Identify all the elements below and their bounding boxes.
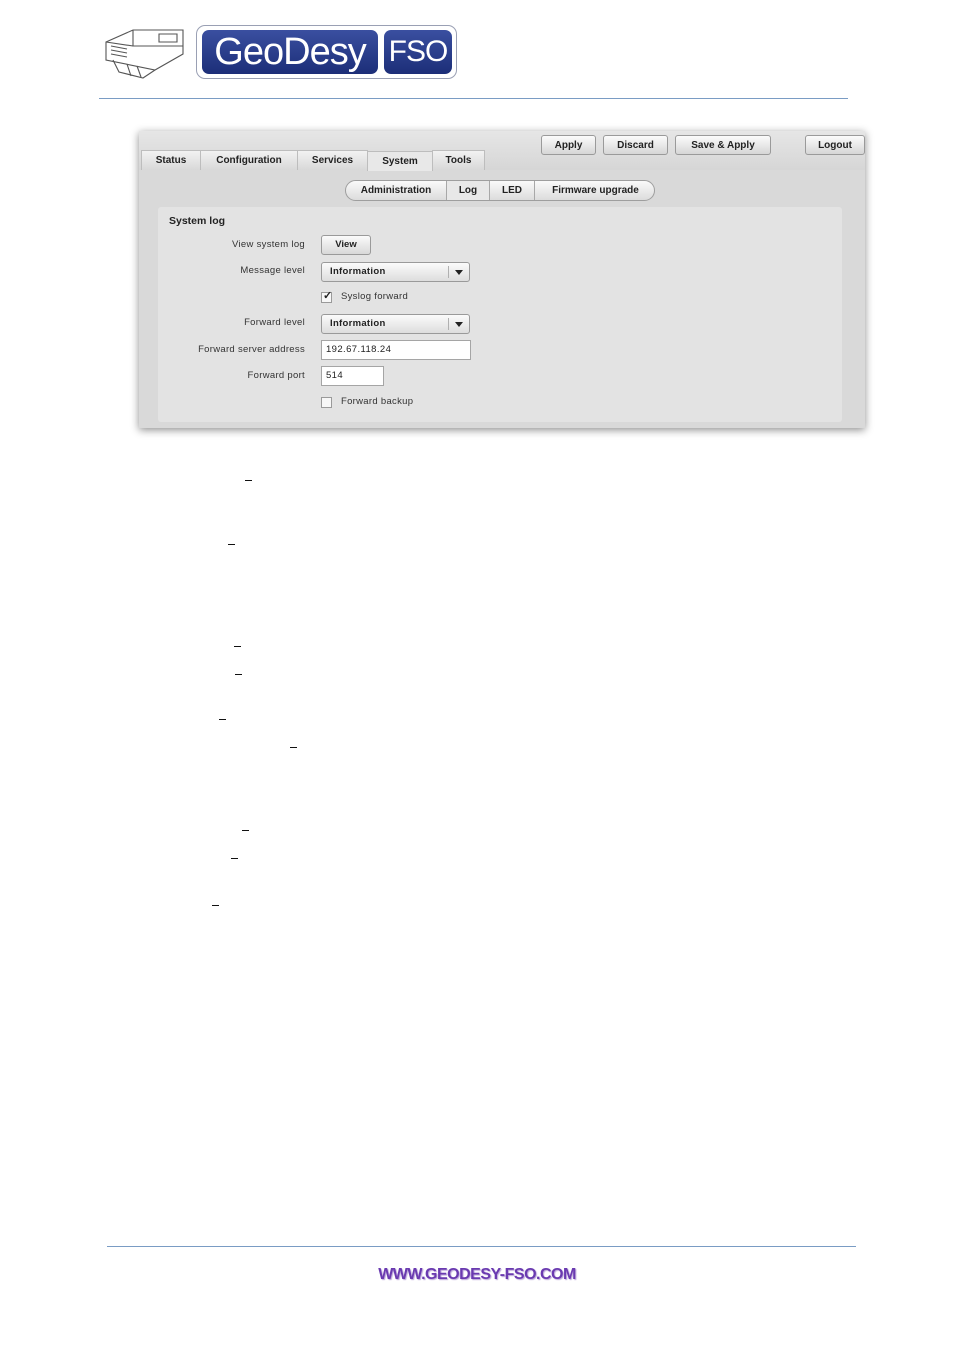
tab-tools[interactable]: Tools — [432, 150, 485, 170]
subtab-firmware-upgrade[interactable]: Firmware upgrade — [535, 181, 654, 200]
select-separator — [448, 266, 449, 278]
message-level-value: Information — [330, 266, 386, 277]
forward-port-input[interactable]: 514 — [321, 366, 384, 386]
tab-configuration[interactable]: Configuration — [200, 150, 298, 170]
list-marker — [228, 544, 235, 545]
list-marker — [234, 646, 241, 647]
forward-level-label: Forward level — [244, 317, 305, 328]
apply-button[interactable]: Apply — [541, 135, 596, 155]
checkmark-icon: ✓ — [323, 290, 333, 302]
discard-button[interactable]: Discard — [603, 135, 668, 155]
header-divider — [99, 98, 848, 99]
forward-port-label: Forward port — [247, 370, 305, 381]
tab-status[interactable]: Status — [141, 150, 201, 170]
system-log-panel: System log View system log View Message … — [158, 207, 842, 422]
camera-logo-icon — [105, 29, 184, 79]
list-marker — [231, 858, 238, 859]
forward-backup-checkbox[interactable] — [321, 397, 332, 408]
message-level-select[interactable]: Information — [321, 262, 470, 282]
brand-fso: FSO — [384, 30, 452, 74]
list-marker — [290, 747, 297, 748]
forward-server-input[interactable]: 192.67.118.24 — [321, 340, 471, 360]
panel-title: System log — [169, 215, 226, 227]
syslog-forward-label: Syslog forward — [341, 291, 409, 302]
system-subnav: Administration Log LED Firmware upgrade — [345, 180, 655, 201]
footer-website-link[interactable]: WWW.GEODESY-FSO.COM — [0, 1266, 954, 1284]
list-marker — [212, 905, 219, 906]
forward-backup-label: Forward backup — [341, 396, 414, 407]
footer-divider — [107, 1246, 856, 1247]
select-separator — [448, 318, 449, 330]
subtab-log[interactable]: Log — [447, 181, 490, 200]
chevron-down-icon — [455, 270, 463, 275]
forward-level-select[interactable]: Information — [321, 314, 470, 334]
list-marker — [219, 719, 226, 720]
forward-level-value: Information — [330, 318, 386, 329]
subtab-administration[interactable]: Administration — [346, 181, 447, 200]
brand-geodesy: GeoDesy — [202, 30, 378, 74]
view-system-log-label: View system log — [232, 239, 305, 250]
save-apply-button[interactable]: Save & Apply — [675, 135, 771, 155]
chevron-down-icon — [455, 322, 463, 327]
list-marker — [242, 830, 249, 831]
router-web-ui: Status Configuration Services System Too… — [139, 131, 865, 428]
forward-server-label: Forward server address — [198, 344, 305, 355]
syslog-forward-checkbox[interactable]: ✓ — [321, 290, 333, 303]
view-log-button[interactable]: View — [321, 235, 371, 255]
subtab-led[interactable]: LED — [490, 181, 535, 200]
message-level-label: Message level — [240, 265, 305, 276]
list-marker — [245, 480, 252, 481]
list-marker — [235, 674, 242, 675]
brand-logo: GeoDesy FSO — [196, 25, 457, 79]
logout-button[interactable]: Logout — [805, 135, 865, 155]
tab-services[interactable]: Services — [297, 150, 368, 170]
tab-system[interactable]: System — [367, 151, 433, 171]
